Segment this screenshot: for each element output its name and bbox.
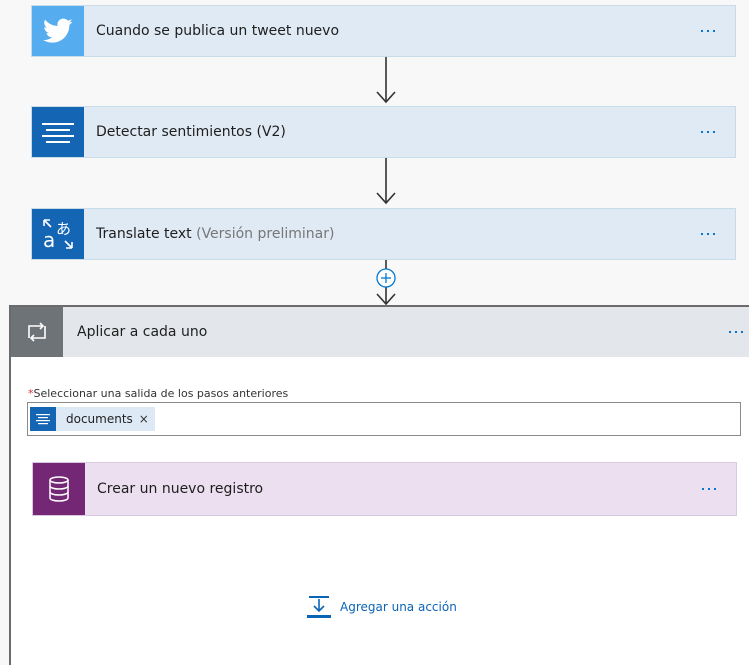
field-label: *Seleccionar una salida de los pasos ant… — [28, 387, 288, 400]
step-title-main: Translate text — [96, 226, 192, 242]
plus-circle-icon — [376, 268, 396, 288]
more-options-icon[interactable] — [702, 488, 716, 490]
add-action-button[interactable]: Agregar una acción — [307, 595, 457, 619]
step-title-preview-tag: (Versión preliminar) — [196, 226, 335, 242]
step-title: Translate text (Versión preliminar) — [96, 226, 334, 242]
flow-arrow-icon — [376, 158, 396, 205]
flow-arrow-icon — [376, 57, 396, 104]
text-analytics-icon — [30, 407, 56, 431]
step-title: Detectar sentimientos (V2) — [96, 124, 286, 140]
step-card-create-record[interactable]: Crear un nuevo registro — [32, 462, 737, 516]
text-analytics-icon — [32, 107, 84, 157]
add-action-label: Agregar una acción — [340, 600, 457, 614]
previous-output-field[interactable]: documents × — [27, 402, 741, 436]
database-icon — [33, 463, 85, 515]
loop-arrows-icon — [11, 307, 63, 357]
more-options-icon[interactable] — [701, 131, 715, 133]
step-title: Crear un nuevo registro — [97, 481, 264, 497]
loop-title: Aplicar a cada uno — [77, 324, 208, 340]
insert-step-button[interactable] — [376, 268, 396, 288]
twitter-bird-icon — [32, 6, 84, 56]
svg-text:a: a — [43, 228, 55, 251]
dynamic-content-token[interactable]: documents × — [30, 407, 155, 431]
step-card-translate[interactable]: a あ Translate text (Versión preliminar) — [31, 208, 736, 260]
more-options-icon[interactable] — [701, 30, 715, 32]
step-card-twitter-trigger[interactable]: Cuando se publica un tweet nuevo — [31, 5, 736, 57]
translator-icon: a あ — [32, 209, 84, 259]
step-card-sentiment[interactable]: Detectar sentimientos (V2) — [31, 106, 736, 158]
step-title: Cuando se publica un tweet nuevo — [96, 23, 340, 39]
token-label: documents — [66, 412, 133, 426]
svg-text:あ: あ — [56, 220, 71, 238]
add-action-icon — [307, 596, 331, 618]
more-options-icon[interactable] — [729, 331, 743, 333]
more-options-icon[interactable] — [701, 233, 715, 235]
apply-to-each-header[interactable]: Aplicar a cada uno — [11, 307, 749, 357]
token-remove-button[interactable]: × — [139, 412, 149, 426]
field-label-text: Seleccionar una salida de los pasos ante… — [33, 387, 289, 400]
apply-to-each-container: Aplicar a cada uno *Seleccionar una sali… — [9, 305, 749, 665]
